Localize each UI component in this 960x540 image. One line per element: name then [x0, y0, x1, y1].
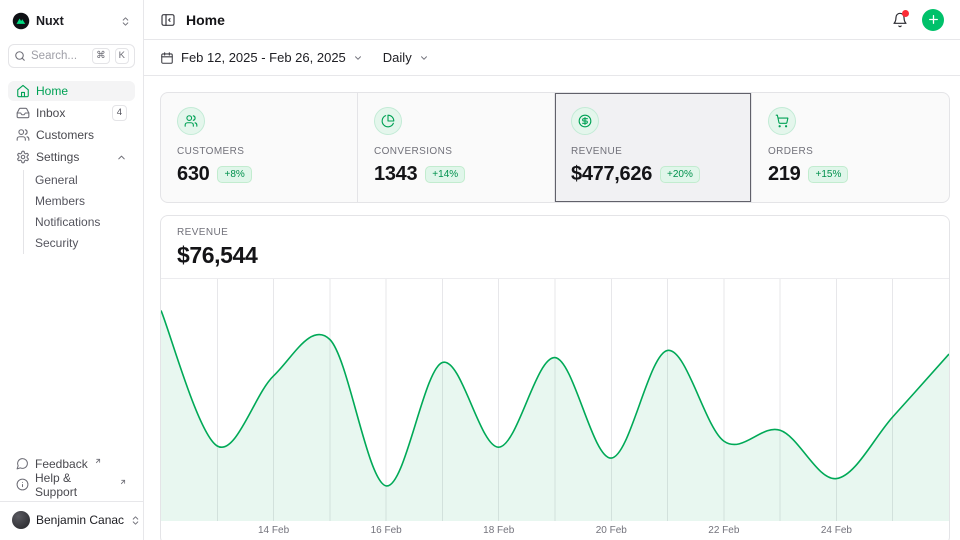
stat-card-revenue[interactable]: REVENUE $477,626 +20%	[555, 93, 752, 202]
stat-delta-badge: +8%	[217, 166, 251, 183]
sidebar-nav: Home Inbox 4 Customers Settings Ge	[8, 81, 135, 256]
subnav-label: Security	[35, 236, 78, 250]
sidebar-item-members[interactable]: Members	[35, 191, 135, 211]
users-icon	[16, 128, 30, 142]
stat-label: REVENUE	[571, 146, 735, 157]
pie-chart-icon	[374, 107, 402, 135]
chart-svg	[161, 279, 949, 521]
footer-link-label: Feedback	[35, 457, 88, 471]
stat-delta-badge: +14%	[425, 166, 465, 183]
x-axis-label: 20 Feb	[596, 525, 627, 536]
chart-metric-value: $76,544	[177, 242, 933, 269]
stat-card-orders[interactable]: ORDERS 219 +15%	[752, 93, 949, 202]
stat-delta-badge: +20%	[660, 166, 700, 183]
collapse-sidebar-button[interactable]	[160, 12, 176, 28]
stat-label: CUSTOMERS	[177, 146, 341, 157]
home-icon	[16, 84, 30, 98]
add-button[interactable]	[922, 9, 944, 31]
granularity-select[interactable]: Daily	[383, 50, 429, 65]
notification-dot	[902, 10, 909, 17]
stat-value: 1343	[374, 163, 417, 186]
subnav-label: Members	[35, 194, 85, 208]
stat-label: CONVERSIONS	[374, 146, 538, 157]
chart-metric-label: REVENUE	[177, 227, 933, 238]
subnav-label: Notifications	[35, 215, 100, 229]
user-name: Benjamin Canac	[36, 513, 124, 527]
stats-grid: CUSTOMERS 630 +8% CONVERSIONS 1343 +14%	[160, 92, 950, 203]
stat-value: 630	[177, 163, 209, 186]
footer-link-label: Help & Support	[35, 471, 113, 499]
subnav-label: General	[35, 173, 78, 187]
search-icon	[14, 50, 26, 62]
sidebar-item-settings[interactable]: Settings	[8, 147, 135, 167]
dollar-circle-icon	[571, 107, 599, 135]
stat-label: ORDERS	[768, 146, 933, 157]
chevron-up-icon	[116, 152, 127, 163]
help-support-link[interactable]: Help & Support	[8, 474, 135, 495]
x-axis-label: 22 Feb	[708, 525, 739, 536]
x-axis-label: 18 Feb	[483, 525, 514, 536]
notifications-button[interactable]	[892, 12, 908, 28]
topbar-actions	[892, 9, 944, 31]
sidebar-item-notifications[interactable]: Notifications	[35, 212, 135, 232]
stat-card-conversions[interactable]: CONVERSIONS 1343 +14%	[358, 93, 555, 202]
stat-value: 219	[768, 163, 800, 186]
filter-bar: Feb 12, 2025 - Feb 26, 2025 Daily	[144, 40, 960, 76]
main-area: Home Feb 12, 2025 - Feb 26, 2025 Daily	[144, 0, 960, 540]
shopping-cart-icon	[768, 107, 796, 135]
inbox-count-badge: 4	[112, 105, 127, 121]
team-name: Nuxt	[36, 14, 64, 28]
sidebar-item-label: Customers	[36, 128, 94, 142]
sidebar-item-general[interactable]: General	[35, 170, 135, 190]
sidebar-item-label: Inbox	[36, 106, 65, 120]
avatar	[12, 511, 30, 529]
chart-header: REVENUE $76,544	[161, 216, 949, 279]
gear-icon	[16, 150, 30, 164]
kbd-k: K	[115, 48, 129, 64]
granularity-value: Daily	[383, 50, 412, 65]
date-range-value: Feb 12, 2025 - Feb 26, 2025	[181, 50, 346, 65]
panel-left-close-icon	[160, 12, 176, 28]
user-menu[interactable]: Benjamin Canac	[8, 502, 135, 532]
search-input[interactable]	[31, 50, 87, 62]
page-title: Home	[186, 12, 225, 28]
stat-card-customers[interactable]: CUSTOMERS 630 +8%	[161, 93, 358, 202]
x-axis-label: 14 Feb	[258, 525, 289, 536]
sidebar-item-security[interactable]: Security	[35, 233, 135, 253]
message-circle-icon	[16, 457, 29, 470]
sidebar-item-home[interactable]: Home	[8, 81, 135, 101]
calendar-icon	[160, 51, 174, 65]
team-selector[interactable]: Nuxt	[8, 8, 135, 34]
sidebar-item-label: Settings	[36, 150, 79, 164]
revenue-chart-card: REVENUE $76,544 14 Feb 16 Feb 18 Feb 20 Feb…	[160, 215, 950, 540]
chevrons-up-down-icon	[130, 515, 141, 526]
stat-value: $477,626	[571, 163, 652, 186]
stat-delta-badge: +15%	[808, 166, 848, 183]
sidebar-footer: Feedback Help & Support Benjamin Canac	[8, 453, 135, 532]
date-range-picker[interactable]: Feb 12, 2025 - Feb 26, 2025	[160, 50, 363, 65]
chart-x-axis: 14 Feb 16 Feb 18 Feb 20 Feb 22 Feb 24 Feb	[161, 521, 949, 540]
dashboard-content: CUSTOMERS 630 +8% CONVERSIONS 1343 +14%	[144, 76, 960, 540]
settings-subnav: General Members Notifications Security	[23, 170, 135, 254]
sidebar: Nuxt ⌘ K Home Inbox 4	[0, 0, 144, 540]
plus-icon	[927, 13, 940, 26]
sidebar-item-inbox[interactable]: Inbox 4	[8, 103, 135, 123]
sidebar-item-customers[interactable]: Customers	[8, 125, 135, 145]
users-icon	[177, 107, 205, 135]
sidebar-item-label: Home	[36, 84, 68, 98]
chevron-down-icon	[353, 53, 363, 63]
inbox-icon	[16, 106, 30, 120]
arrow-up-right-icon	[94, 457, 102, 465]
arrow-up-right-icon	[119, 478, 127, 486]
chevron-down-icon	[419, 53, 429, 63]
revenue-area-chart	[161, 279, 949, 521]
nuxt-logo-icon	[12, 12, 30, 30]
chevrons-up-down-icon	[120, 16, 131, 27]
search-box[interactable]: ⌘ K	[8, 44, 135, 68]
topbar: Home	[144, 0, 960, 40]
x-axis-label: 24 Feb	[821, 525, 852, 536]
info-circle-icon	[16, 478, 29, 491]
kbd-meta: ⌘	[92, 48, 110, 64]
x-axis-label: 16 Feb	[371, 525, 402, 536]
